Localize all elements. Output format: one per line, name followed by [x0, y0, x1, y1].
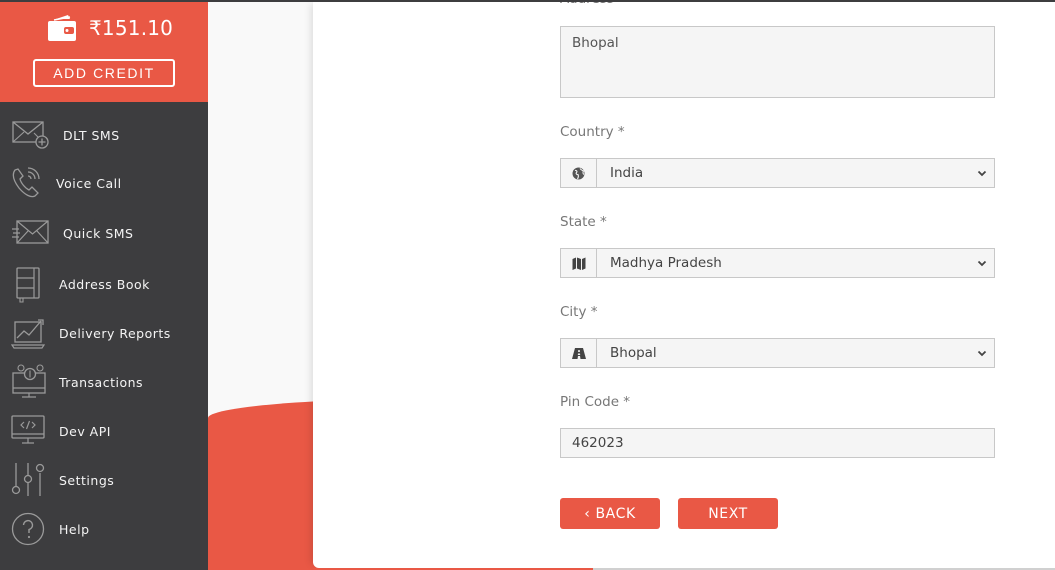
- fast-envelope-icon: [12, 220, 49, 244]
- city-value: Bhopal: [610, 345, 657, 361]
- chevron-down-icon: [970, 159, 994, 187]
- sidebar-item-label: Help: [59, 521, 90, 537]
- country-label: Country *: [560, 124, 625, 140]
- state-label: State *: [560, 214, 607, 230]
- sidebar-item-settings[interactable]: Settings: [0, 457, 208, 503]
- sidebar-item-label: DLT SMS: [63, 127, 120, 143]
- pin-code-label: Pin Code *: [560, 394, 631, 410]
- next-button[interactable]: NEXT: [678, 498, 778, 529]
- sidebar-item-label: Transactions: [59, 374, 144, 390]
- sliders-icon: [11, 463, 45, 496]
- back-button[interactable]: ‹ BACK: [560, 498, 660, 529]
- map-icon: [561, 249, 597, 277]
- address-textarea[interactable]: Bhopal: [560, 26, 995, 98]
- envelope-plus-icon: [12, 121, 49, 149]
- state-select[interactable]: Madhya Pradesh: [560, 248, 995, 278]
- sidebar-item-address-book[interactable]: Address Book: [0, 261, 208, 307]
- add-credit-button[interactable]: ADD CREDIT: [33, 59, 175, 87]
- country-value: India: [610, 165, 644, 181]
- state-value: Madhya Pradesh: [610, 255, 722, 271]
- sidebar-item-transactions[interactable]: Transactions: [0, 359, 208, 405]
- laptop-chart-icon: [11, 319, 46, 349]
- road-icon: [561, 339, 597, 367]
- chevron-down-icon: [970, 339, 994, 367]
- sidebar-item-dev-api[interactable]: Dev API: [0, 408, 208, 454]
- chevron-down-icon: [970, 249, 994, 277]
- sidebar-item-help[interactable]: Help: [0, 506, 208, 552]
- country-select[interactable]: India: [560, 158, 995, 188]
- sidebar-item-label: Delivery Reports: [59, 325, 171, 341]
- sidebar-item-label: Voice Call: [56, 175, 122, 191]
- city-select[interactable]: Bhopal: [560, 338, 995, 368]
- globe-icon: [561, 159, 597, 187]
- wallet-balance-row: ₹151.10: [46, 13, 173, 43]
- sidebar: ₹151.10 ADD CREDIT DLT SMS Voice Call Qu…: [0, 0, 208, 570]
- question-circle-icon: [11, 512, 45, 546]
- sidebar-item-label: Address Book: [59, 276, 150, 292]
- phone-ringing-icon: [12, 167, 40, 198]
- sidebar-item-delivery-reports[interactable]: Delivery Reports: [0, 310, 208, 356]
- pin-code-input[interactable]: 462023: [560, 428, 995, 458]
- sidebar-item-label: Quick SMS: [63, 225, 134, 241]
- top-border: [0, 0, 1055, 2]
- sidebar-item-voice-call[interactable]: Voice Call: [0, 160, 208, 206]
- sidebar-item-quick-sms[interactable]: Quick SMS: [0, 210, 208, 256]
- sidebar-item-label: Dev API: [59, 423, 111, 439]
- city-label: City *: [560, 304, 598, 320]
- monitor-coins-icon: [12, 364, 46, 398]
- wallet-panel: ₹151.10 ADD CREDIT: [0, 0, 208, 102]
- sidebar-item-dlt-sms[interactable]: DLT SMS: [0, 112, 208, 158]
- wallet-icon: [46, 13, 78, 43]
- monitor-code-icon: [11, 415, 45, 444]
- notebook-icon: [16, 267, 40, 303]
- wallet-balance: ₹151.10: [89, 16, 174, 40]
- sidebar-item-label: Settings: [59, 472, 115, 488]
